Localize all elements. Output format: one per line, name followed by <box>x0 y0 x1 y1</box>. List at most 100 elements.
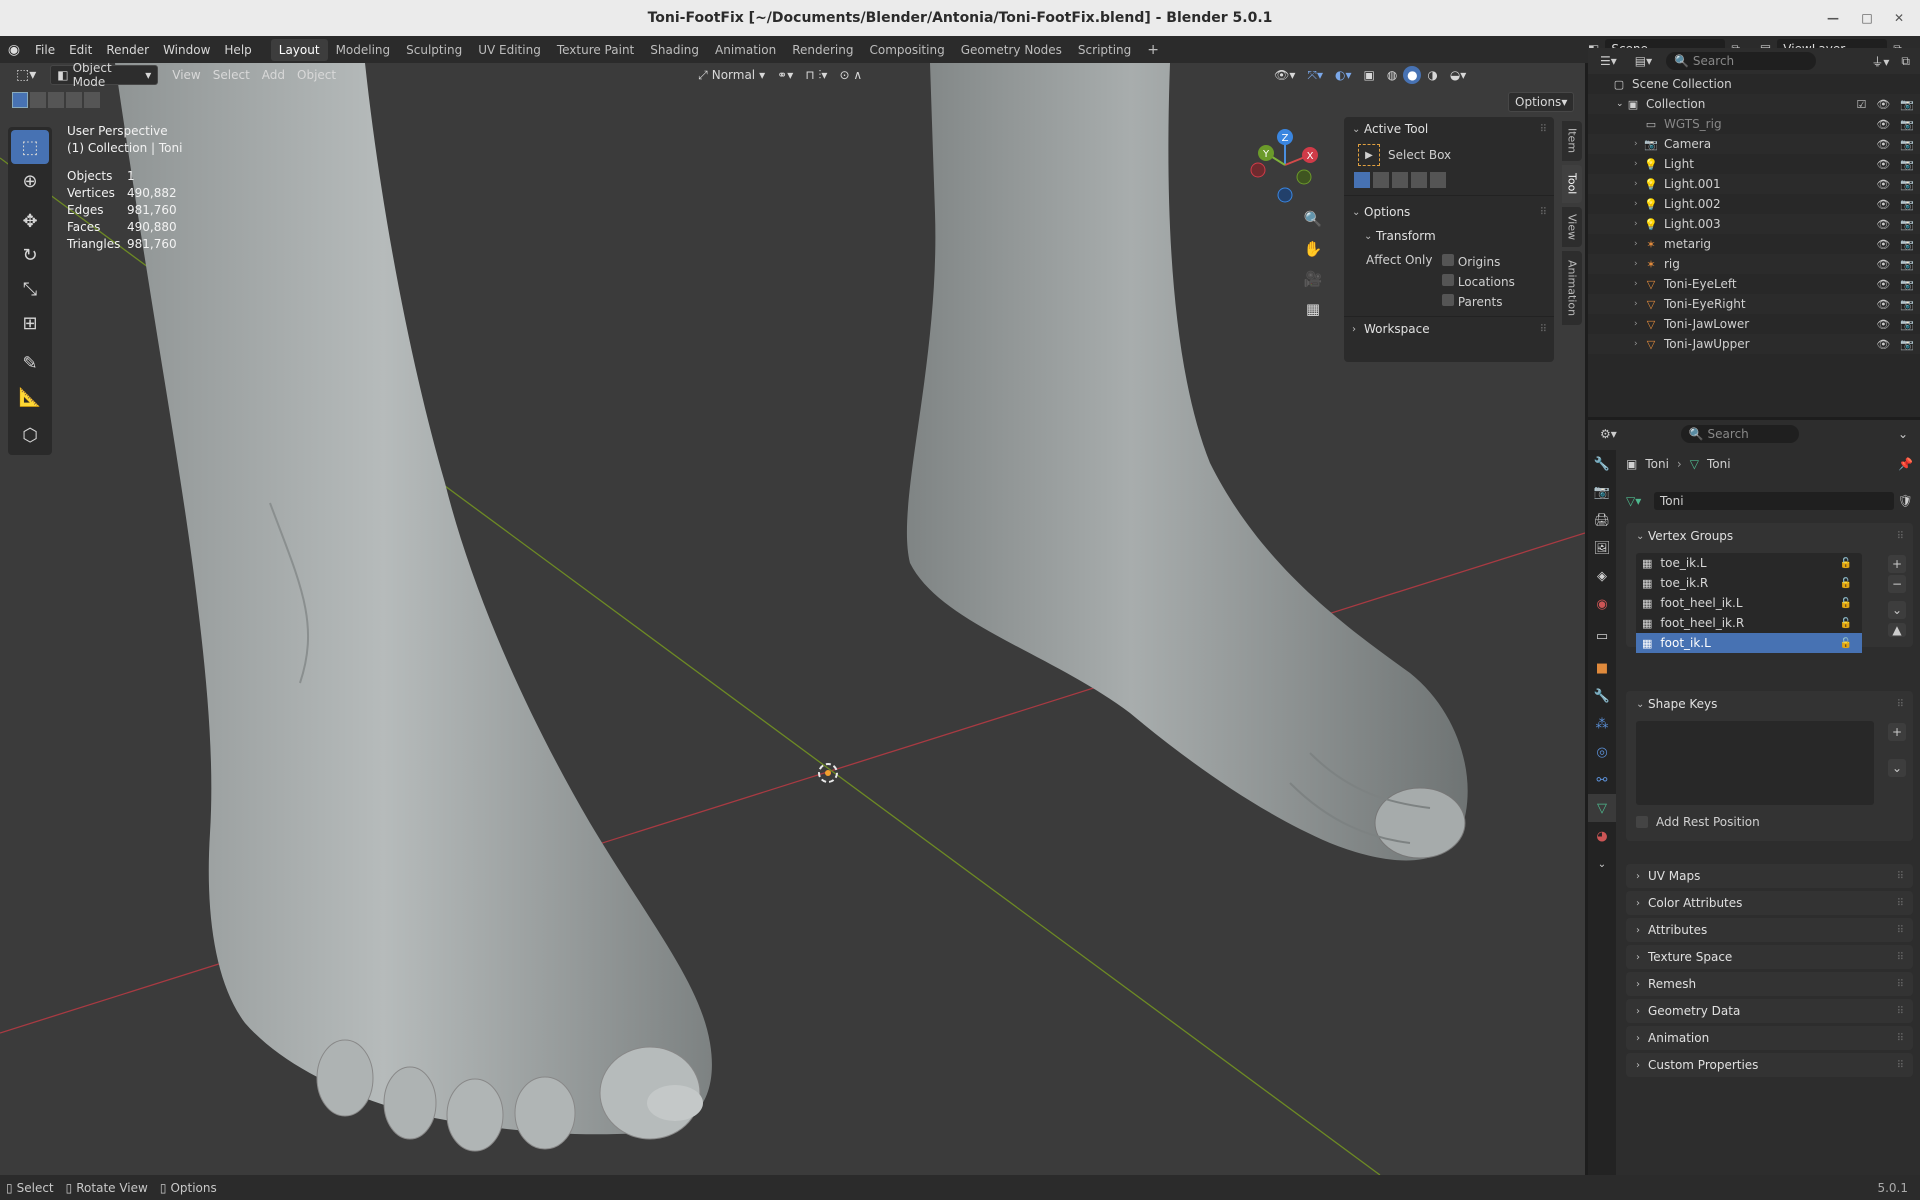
camera-view-icon[interactable]: 🎥 <box>1299 265 1327 293</box>
output-properties-icon[interactable]: 🖨 <box>1588 506 1616 534</box>
render-camera-icon[interactable]: 📷 <box>1900 298 1914 311</box>
lock-icon[interactable]: 🔓 <box>1840 638 1852 649</box>
pivot-icon[interactable]: ⚭▾ <box>771 65 799 85</box>
render-camera-icon[interactable]: 📷 <box>1900 258 1914 271</box>
vertex-group-item[interactable]: ▦ toe_ik.L 🔓 <box>1636 553 1862 573</box>
select-box-tool[interactable]: ⬚ <box>11 130 49 164</box>
annotate-tool[interactable]: ✎ <box>11 346 49 380</box>
viewport-menu-view[interactable]: View <box>166 65 206 85</box>
transform-orientation-dropdown[interactable]: ⤢ Normal ▾ <box>692 65 771 85</box>
menu-file[interactable]: File <box>28 36 62 63</box>
add-workspace-icon[interactable]: + <box>1139 39 1167 61</box>
vertex-group-item[interactable]: ▦ foot_heel_ik.R 🔓 <box>1636 613 1862 633</box>
object-mode-dropdown[interactable]: ◧ Object Mode ▾ <box>50 63 159 89</box>
tab-uv-editing[interactable]: UV Editing <box>470 39 549 61</box>
fake-user-shield-icon[interactable]: 🛡 <box>1898 494 1913 508</box>
perspective-toggle-icon[interactable]: ▦ <box>1299 295 1327 323</box>
shading-material-icon[interactable]: ◑ <box>1421 65 1443 85</box>
editor-type-icon[interactable]: ⬚▾ <box>10 65 42 85</box>
move-tool[interactable]: ✥ <box>11 204 49 238</box>
view-layer-properties-icon[interactable]: 🖼 <box>1588 534 1616 562</box>
vertex-group-item[interactable]: ▦ foot_ik.L 🔓 <box>1636 633 1862 653</box>
outliner-item[interactable]: › 💡 Light.002 👁 📷 <box>1588 194 1920 214</box>
maximize-icon[interactable]: □ <box>1858 9 1876 27</box>
eye-icon[interactable]: 👁 <box>1876 258 1890 271</box>
pin-icon[interactable]: 📌 <box>1898 457 1913 471</box>
tab-tool[interactable]: Tool <box>1562 165 1582 203</box>
properties-panel-header[interactable]: › Color Attributes ⠿ <box>1626 891 1913 915</box>
outliner-item[interactable]: › ✶ rig 👁 📷 <box>1588 254 1920 274</box>
transform-tool[interactable]: ⊞ <box>11 306 49 340</box>
particles-properties-icon[interactable]: ⁂ <box>1588 710 1616 738</box>
lock-icon[interactable]: 🔓 <box>1840 618 1852 629</box>
tab-item[interactable]: Item <box>1562 121 1582 161</box>
add-vertex-group-icon[interactable]: + <box>1888 555 1906 573</box>
options-header[interactable]: ⌄ Options ⠿ <box>1344 200 1554 224</box>
eye-icon[interactable]: 👁 <box>1876 198 1890 211</box>
tool-properties-icon[interactable]: 🔧 <box>1588 450 1616 478</box>
rotate-tool[interactable]: ↻ <box>11 238 49 272</box>
outliner-editor-type-icon[interactable]: ☰▾ <box>1600 54 1617 68</box>
render-properties-icon[interactable]: 📷 <box>1588 478 1616 506</box>
scale-tool[interactable]: ⤡ <box>11 272 49 306</box>
shape-keys-header[interactable]: ⌄ Shape Keys ⠿ <box>1626 691 1913 717</box>
vertex-group-item[interactable]: ▦ toe_ik.R 🔓 <box>1636 573 1862 593</box>
outliner-item[interactable]: ▭ WGTS_rig 👁 📷 <box>1588 114 1920 134</box>
outliner-item[interactable]: › 📷 Camera 👁 📷 <box>1588 134 1920 154</box>
tool-mode-intersect-icon[interactable] <box>1430 172 1446 188</box>
data-properties-icon[interactable]: ▽ <box>1588 794 1616 822</box>
pan-hand-icon[interactable]: ✋ <box>1299 235 1327 263</box>
viewport-menu-add[interactable]: Add <box>256 65 291 85</box>
lock-icon[interactable]: 🔓 <box>1840 598 1852 609</box>
more-tabs-icon[interactable]: ⌄ <box>1588 850 1616 878</box>
eye-icon[interactable]: 👁 <box>1876 338 1890 351</box>
render-camera-icon[interactable]: 📷 <box>1900 238 1914 251</box>
eye-icon[interactable]: 👁 <box>1876 278 1890 291</box>
display-mode-icon[interactable]: ▤▾ <box>1635 54 1652 68</box>
render-camera-icon[interactable]: 📷 <box>1900 178 1914 191</box>
outliner-item[interactable]: › ▽ Toni-JawUpper 👁 📷 <box>1588 334 1920 354</box>
new-collection-icon[interactable]: ⧉ <box>1901 54 1910 69</box>
render-camera-icon[interactable]: 📷 <box>1900 338 1914 351</box>
tab-view[interactable]: View <box>1562 207 1582 247</box>
eye-icon[interactable]: 👁 <box>1876 298 1890 311</box>
proportional-edit-icon[interactable]: ⊙ ∧ <box>833 65 868 85</box>
properties-search-input[interactable]: 🔍 Search <box>1680 425 1799 443</box>
remove-vertex-group-icon[interactable]: − <box>1888 575 1906 593</box>
tool-mode-new-icon[interactable] <box>1354 172 1370 188</box>
viewport-menu-object[interactable]: Object <box>291 65 342 85</box>
gizmo-toggle-icon[interactable]: ⤧▾ <box>1301 65 1329 85</box>
scene-collection-row[interactable]: ▢ Scene Collection <box>1588 74 1920 94</box>
properties-panel-header[interactable]: › UV Maps ⠿ <box>1626 864 1913 888</box>
properties-editor-type-icon[interactable]: ⚙▾ <box>1600 427 1617 441</box>
eye-icon[interactable]: 👁 <box>1876 178 1890 191</box>
snap-icon[interactable]: ⊓ ⫶▾ <box>799 65 833 85</box>
active-tool-header[interactable]: ⌄ Active Tool ⠿ <box>1344 117 1554 141</box>
modifier-properties-icon[interactable]: 🔧 <box>1588 682 1616 710</box>
tab-animation-sidebar[interactable]: Animation <box>1562 251 1582 325</box>
material-properties-icon[interactable]: ◕ <box>1588 822 1616 850</box>
constraints-properties-icon[interactable]: ⚯ <box>1588 766 1616 794</box>
filter-icon[interactable]: ⏚▾ <box>1871 53 1889 70</box>
breadcrumb-object[interactable]: Toni <box>1645 457 1669 471</box>
collection-properties-icon[interactable]: ▭ <box>1588 622 1616 650</box>
outliner-item[interactable]: › 💡 Light.001 👁 📷 <box>1588 174 1920 194</box>
breadcrumb-mesh-data[interactable]: Toni <box>1707 457 1731 471</box>
outliner-item[interactable]: › 💡 Light.003 👁 📷 <box>1588 214 1920 234</box>
menu-window[interactable]: Window <box>156 36 217 63</box>
properties-options-icon[interactable]: ⌄ <box>1898 427 1908 441</box>
add-rest-position-checkbox[interactable]: Add Rest Position <box>1636 815 1760 829</box>
blender-logo-icon[interactable]: ◉ <box>0 42 28 58</box>
workspace-header[interactable]: › Workspace ⠿ <box>1344 317 1554 341</box>
properties-panel-header[interactable]: › Animation ⠿ <box>1626 1026 1913 1050</box>
zoom-icon[interactable]: 🔍 <box>1299 205 1327 233</box>
shape-key-specials-icon[interactable]: ⌄ <box>1888 759 1906 777</box>
menu-render[interactable]: Render <box>99 36 156 63</box>
cursor-tool[interactable]: ⊕ <box>11 164 49 198</box>
render-camera-icon[interactable]: 📷 <box>1900 218 1914 231</box>
tab-scripting[interactable]: Scripting <box>1070 39 1139 61</box>
lock-icon[interactable]: 🔓 <box>1840 578 1852 589</box>
tab-rendering[interactable]: Rendering <box>784 39 861 61</box>
eye-icon[interactable]: 👁 <box>1876 238 1890 251</box>
properties-panel-header[interactable]: › Attributes ⠿ <box>1626 918 1913 942</box>
